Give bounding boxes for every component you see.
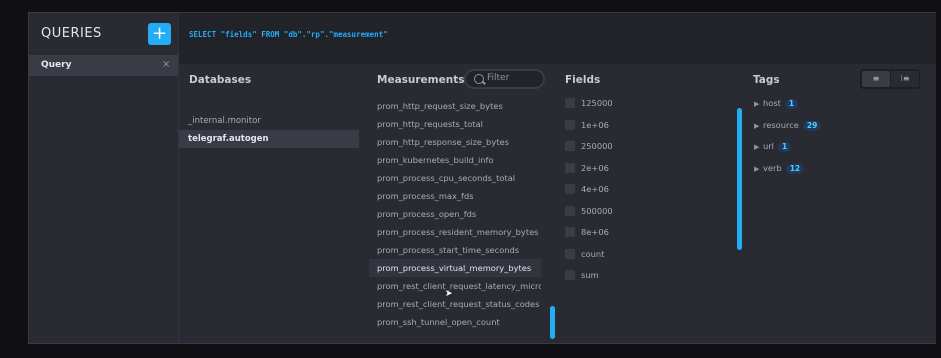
measurement-item[interactable]: prom_process_resident_memory_bytes [369,223,541,241]
queries-title: QUERIES [41,26,102,41]
tag-count-badge: 29 [802,120,822,131]
measurement-item[interactable]: prom_http_request_size_bytes [369,97,541,115]
measurement-item[interactable]: prom_process_cpu_seconds_total [369,169,541,187]
tag-count-badge: 12 [785,163,805,174]
query-text[interactable]: SELECT "fields" FROM "db"."rp"."measurem… [189,30,388,39]
filter-placeholder: Filter [487,73,510,83]
field-label: 250000 [581,141,613,151]
fields-header: Fields [565,74,601,86]
measurement-item[interactable]: prom_rest_client_request_latency_microse… [369,277,541,295]
database-item[interactable]: _internal.monitor [179,112,359,130]
tags-scrollbar[interactable] [737,108,742,250]
mouse-cursor-icon: ➤ [445,289,453,299]
field-label: 500000 [581,205,613,216]
field-label: sum [581,270,599,280]
schema-explorer: Databases _internal.monitor telegraf.aut… [178,64,936,343]
caret-right-icon: ▶ [754,164,760,173]
database-item[interactable]: telegraf.autogen [179,130,359,148]
measurement-item[interactable]: prom_http_requests_total [369,115,541,133]
query-tab-label: Query [41,60,72,70]
field-checkbox[interactable] [565,162,575,173]
field-checkbox[interactable] [565,205,575,216]
field-label: count [581,248,605,259]
field-checkbox[interactable] [565,227,575,237]
tag-name: url [763,141,774,151]
view-toggle: ≡ ⁝≡ [860,69,920,89]
list-view-button[interactable]: ≡ [862,71,890,87]
queries-header: QUERIES + [29,13,178,55]
search-icon [474,74,484,84]
caret-right-icon: ▶ [754,143,760,151]
field-checkbox[interactable] [565,141,575,151]
tag-name: resource [763,119,799,130]
tag-item[interactable]: ▶ host 1 [754,94,799,112]
query-editor[interactable]: SELECT "fields" FROM "db"."rp"."measurem… [178,13,936,64]
tag-count-badge: 1 [784,99,799,109]
query-tab[interactable]: Query × [29,55,178,76]
field-label: 125000 [581,98,613,108]
measurement-item[interactable]: prom_process_open_fds [369,205,541,223]
measurements-header: Measurements [377,74,465,86]
filter-input[interactable]: Filter [464,69,545,89]
field-label: 8e+06 [581,227,609,237]
measurements-scrollbar[interactable] [550,306,555,339]
field-label: 4e+06 [581,184,609,194]
field-checkbox[interactable] [565,270,575,280]
tag-name: host [763,98,781,108]
field-checkbox[interactable] [565,98,575,108]
field-checkbox[interactable] [565,184,575,194]
measurement-item[interactable]: prom_kubernetes_build_info [369,151,541,169]
tree-view-button[interactable]: ⁝≡ [891,71,919,87]
tag-item[interactable]: ▶ resource 29 [754,116,822,134]
field-checkbox[interactable] [565,248,575,259]
tag-item[interactable]: ▶ verb 12 [754,159,805,177]
measurement-item[interactable]: prom_process_virtual_memory_bytes [369,259,541,277]
field-label: 1e+06 [581,119,609,130]
caret-right-icon: ▶ [754,121,760,130]
tags-header: Tags [753,74,780,86]
field-checkbox[interactable] [565,119,575,130]
measurement-item[interactable]: prom_process_start_time_seconds [369,241,541,259]
measurement-item[interactable]: prom_ssh_tunnel_open_count [369,313,541,331]
field-label: 2e+06 [581,162,609,173]
measurement-item[interactable]: prom_rest_client_request_status_codes [369,295,541,313]
tag-name: verb [763,162,782,173]
add-query-button[interactable]: + [148,23,171,45]
queries-sidebar: QUERIES + Query × [29,13,178,343]
close-icon[interactable]: × [162,59,170,70]
measurement-item[interactable]: prom_process_max_fds [369,187,541,205]
measurement-item[interactable]: prom_http_response_size_bytes [369,133,541,151]
plus-icon: + [151,23,168,44]
caret-right-icon: ▶ [754,100,760,108]
databases-header: Databases [189,74,252,86]
influx-query-builder: QUERIES + Query × SELECT "fields" FROM "… [28,12,936,344]
tag-item[interactable]: ▶ url 1 [754,137,792,155]
tag-count-badge: 1 [777,142,792,152]
